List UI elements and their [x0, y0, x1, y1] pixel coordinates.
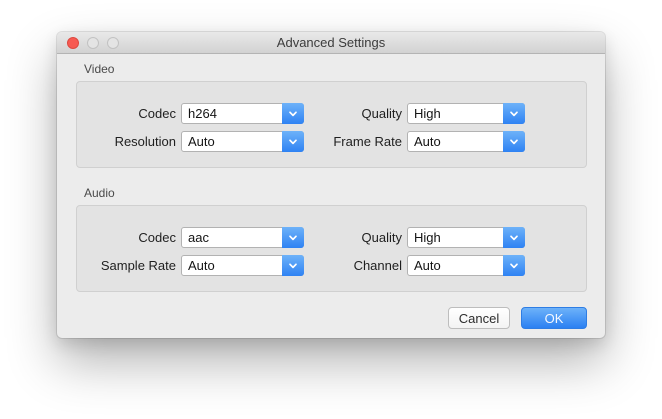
zoom-button-disabled: [107, 36, 119, 49]
chevron-down-icon: [503, 255, 525, 276]
video-codec-label: Codec: [138, 106, 176, 121]
chevron-down-icon: [282, 131, 304, 152]
chevron-down-icon: [282, 103, 304, 124]
traffic-lights: [67, 36, 119, 49]
select-value: aac: [188, 230, 209, 245]
video-quality-label: Quality: [361, 106, 402, 121]
select-value: Auto: [188, 134, 215, 149]
audio-codec-label: Codec: [138, 230, 176, 245]
video-codec-select[interactable]: h264: [181, 103, 304, 124]
desktop-background: Advanced Settings Video Codec h264 Quali…: [0, 0, 662, 419]
window-titlebar[interactable]: Advanced Settings: [57, 32, 605, 54]
video-frame-rate-label: Frame Rate: [333, 134, 402, 149]
select-value: Auto: [188, 258, 215, 273]
minimize-button-disabled: [87, 36, 99, 49]
audio-channel-select[interactable]: Auto: [407, 255, 525, 276]
select-value: High: [414, 106, 441, 121]
chevron-down-icon: [503, 227, 525, 248]
select-value: Auto: [414, 134, 441, 149]
audio-row-2: Sample Rate Auto Channel Auto: [77, 255, 586, 276]
chevron-down-icon: [503, 103, 525, 124]
select-value: Auto: [414, 258, 441, 273]
window-title: Advanced Settings: [276, 35, 386, 50]
video-resolution-select[interactable]: Auto: [181, 131, 304, 152]
audio-section-label: Audio: [84, 186, 115, 200]
advanced-settings-dialog: Advanced Settings Video Codec h264 Quali…: [57, 32, 605, 338]
audio-sample-rate-label: Sample Rate: [100, 258, 176, 273]
video-row-2: Resolution Auto Frame Rate Auto: [77, 131, 586, 152]
select-value: High: [414, 230, 441, 245]
audio-channel-label: Channel: [353, 258, 402, 273]
audio-sample-rate-select[interactable]: Auto: [181, 255, 304, 276]
audio-quality-select[interactable]: High: [407, 227, 525, 248]
video-group-box: Codec h264 Quality High Resolution Auto …: [76, 81, 587, 168]
chevron-down-icon: [282, 227, 304, 248]
audio-quality-label: Quality: [361, 230, 402, 245]
audio-codec-select[interactable]: aac: [181, 227, 304, 248]
close-button[interactable]: [67, 36, 79, 49]
dialog-button-row: Cancel OK: [76, 307, 587, 329]
chevron-down-icon: [503, 131, 525, 152]
dialog-content: Video Codec h264 Quality High Resolution…: [57, 62, 605, 329]
video-resolution-label: Resolution: [114, 134, 176, 149]
video-frame-rate-select[interactable]: Auto: [407, 131, 525, 152]
audio-group-box: Codec aac Quality High Sample Rate Auto …: [76, 205, 587, 292]
video-quality-select[interactable]: High: [407, 103, 525, 124]
ok-button[interactable]: OK: [521, 307, 587, 329]
video-section-label: Video: [84, 62, 115, 76]
cancel-button[interactable]: Cancel: [448, 307, 510, 329]
video-row-1: Codec h264 Quality High: [77, 103, 586, 124]
audio-row-1: Codec aac Quality High: [77, 227, 586, 248]
chevron-down-icon: [282, 255, 304, 276]
select-value: h264: [188, 106, 217, 121]
